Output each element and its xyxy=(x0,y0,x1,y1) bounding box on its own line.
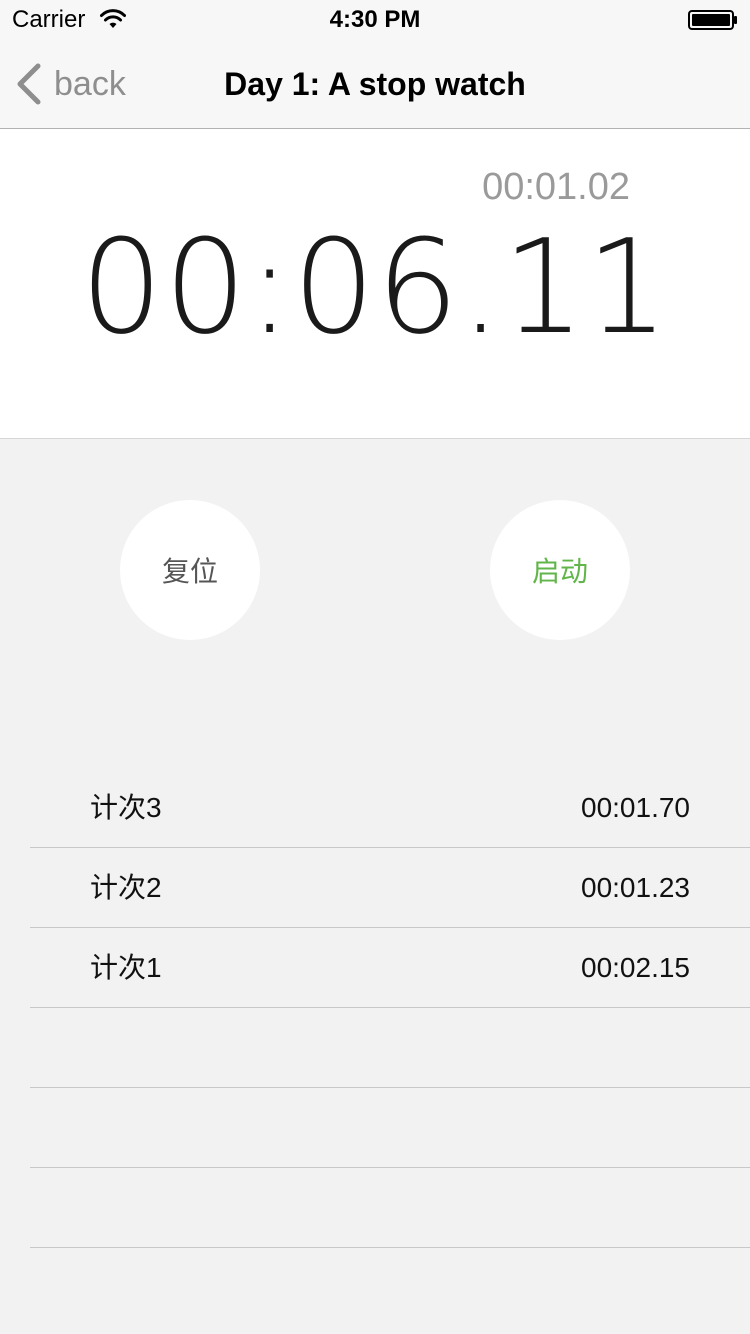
lap-time: 00:01.23 xyxy=(581,872,690,903)
lap-row xyxy=(30,1088,750,1168)
status-bar: Carrier 4:30 PM xyxy=(0,0,750,40)
battery-icon xyxy=(688,10,737,30)
timer-panel: 00:01.02 00:06.11 xyxy=(0,129,750,439)
lap-list: 计次3 00:01.70 计次2 00:01.23 计次1 00:02.15 xyxy=(30,768,750,1248)
lap-time: 00:01.70 xyxy=(581,792,690,823)
total-time: 00:06.11 xyxy=(80,211,670,363)
lap-name: 计次3 xyxy=(90,792,162,823)
lap-row xyxy=(30,1168,750,1248)
navigation-bar: back Day 1: A stop watch xyxy=(0,40,750,129)
reset-button[interactable]: 复位 xyxy=(120,500,260,640)
current-lap-time: 00:01.02 xyxy=(482,166,630,208)
lap-time: 00:02.15 xyxy=(581,952,690,983)
lap-row: 计次2 00:01.23 xyxy=(30,848,750,928)
lap-row: 计次1 00:02.15 xyxy=(30,928,750,1008)
lap-row xyxy=(30,1008,750,1088)
page-title: Day 1: A stop watch xyxy=(224,66,526,102)
start-button[interactable]: 启动 xyxy=(490,500,630,640)
lap-name: 计次2 xyxy=(90,872,162,903)
lap-row: 计次3 00:01.70 xyxy=(30,768,750,848)
status-time: 4:30 PM xyxy=(329,6,421,33)
lap-name: 计次1 xyxy=(90,952,162,983)
